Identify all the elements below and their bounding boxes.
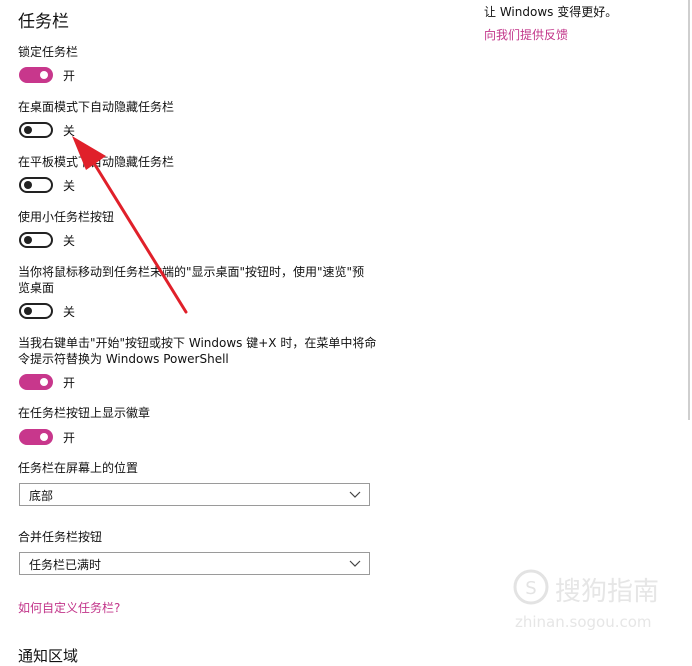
- sogou-logo-icon: S: [513, 569, 549, 605]
- annotation-arrow-icon: [72, 136, 188, 314]
- watermark-url: zhinan.sogou.com: [515, 613, 652, 631]
- svg-text:S: S: [525, 578, 536, 599]
- watermark-brand: 搜狗指南: [555, 577, 660, 607]
